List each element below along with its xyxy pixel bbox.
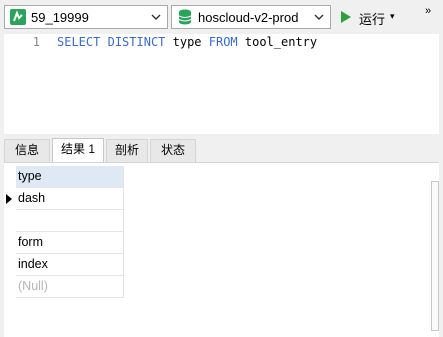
database-select[interactable]: hoscloud-v2-prod	[171, 5, 331, 29]
connection-label: 59_19999	[31, 10, 89, 25]
table-cell[interactable]: form	[16, 232, 124, 254]
run-dropdown-icon[interactable]: ▾	[390, 11, 395, 22]
keyword-from: FROM	[208, 35, 238, 49]
row-pointer-icon	[6, 194, 12, 204]
column-header-type[interactable]: type	[16, 166, 124, 188]
keyword-distinct: DISTINCT	[107, 35, 166, 49]
table-row[interactable]: index	[4, 254, 124, 276]
tab-status[interactable]: 状态	[150, 139, 196, 162]
table-cell-null[interactable]: (Null)	[16, 276, 124, 298]
column-header-row: type	[4, 166, 124, 188]
database-label: hoscloud-v2-prod	[198, 10, 299, 25]
run-icon	[341, 11, 351, 23]
connection-icon	[10, 9, 26, 25]
chevron-down-icon[interactable]	[147, 6, 165, 28]
table-row[interactable]: (Null)	[4, 276, 124, 298]
sql-code-line[interactable]: SELECT DISTINCT type FROM tool_entry	[57, 35, 317, 49]
result-grid-panel: type dash form index (Null)	[4, 162, 439, 337]
code-table: tool_entry	[237, 35, 318, 49]
tab-profile[interactable]: 剖析	[106, 139, 148, 162]
line-number-gutter: 1	[4, 34, 42, 134]
table-row[interactable]	[4, 210, 124, 232]
keyword-select: SELECT	[57, 35, 101, 49]
sql-editor[interactable]: 1 SELECT DISTINCT type FROM tool_entry	[4, 34, 439, 134]
toolbar: 59_19999 hoscloud-v2-prod 运行 ▾ »	[0, 0, 443, 34]
vertical-scrollbar[interactable]	[431, 181, 439, 331]
table-row[interactable]: dash	[4, 188, 124, 210]
table-row[interactable]: form	[4, 232, 124, 254]
tab-info[interactable]: 信息	[4, 139, 50, 162]
current-row-indicator	[4, 188, 16, 210]
database-icon	[178, 9, 192, 25]
chevron-down-icon[interactable]	[310, 6, 328, 28]
result-tabs: 信息 结果 1 剖析 状态	[4, 136, 439, 162]
run-button[interactable]: 运行 ▾	[337, 5, 401, 29]
line-number: 1	[32, 35, 40, 49]
code-column: type	[165, 35, 209, 49]
table-cell[interactable]: index	[16, 254, 124, 276]
table-cell[interactable]	[16, 210, 124, 232]
table-cell[interactable]: dash	[16, 188, 124, 210]
tab-result-1[interactable]: 结果 1	[52, 138, 104, 162]
more-icon[interactable]: »	[418, 4, 438, 24]
connection-select[interactable]: 59_19999	[4, 5, 168, 29]
run-label: 运行	[359, 12, 386, 27]
